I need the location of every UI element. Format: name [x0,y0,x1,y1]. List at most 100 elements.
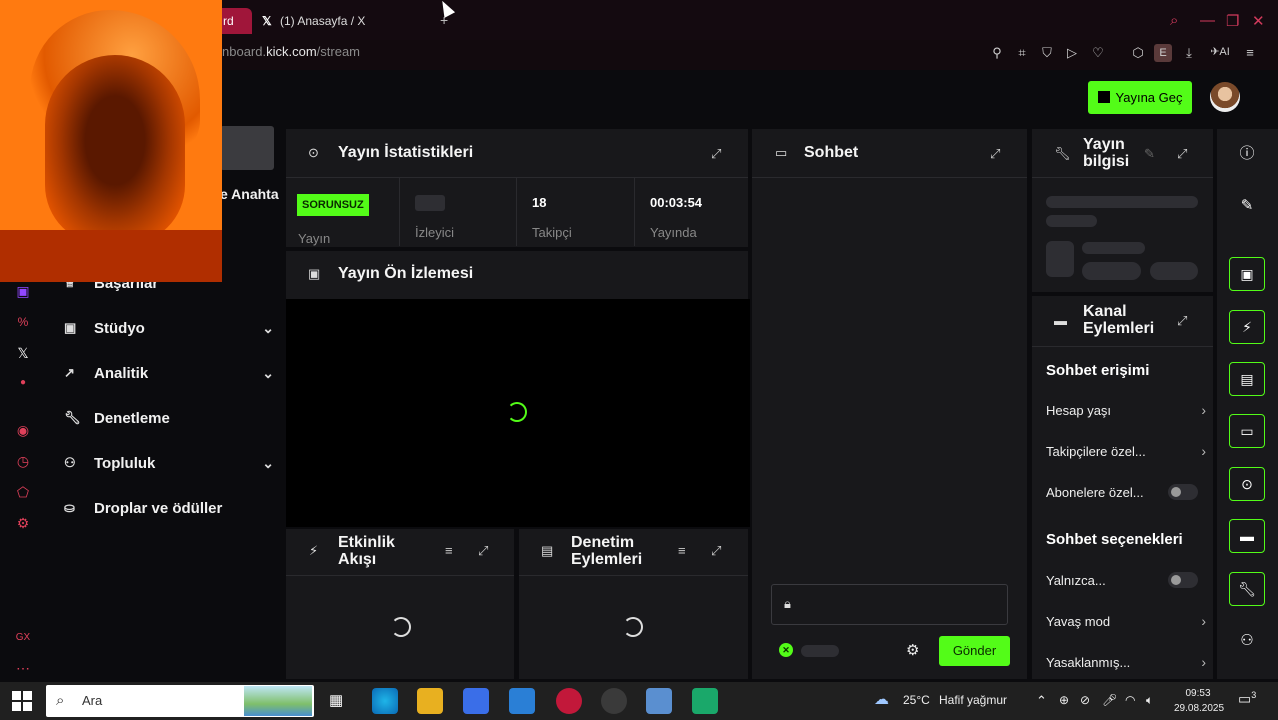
chat-icon: ▭ [775,145,788,160]
sidebar-item-moderation[interactable]: 🔧︎ Denetleme [64,402,274,434]
url-field[interactable]: nboard.kick.com/stream [222,44,360,59]
clock-icon[interactable]: ◷ [12,450,34,472]
tray-app-icon[interactable]: ⊕ [1059,693,1069,707]
clock-app-icon[interactable] [601,688,627,714]
chevron-up-icon[interactable]: ⌃ [1036,693,1047,709]
option-slow-mode[interactable]: Yavaş mod › [1046,611,1206,631]
play-icon[interactable]: ▷ [1063,45,1081,61]
shield-icon[interactable]: ⛉ [1038,45,1056,61]
community-icon[interactable]: ⚇ [1229,624,1265,658]
heart-icon[interactable]: ♡ [1089,45,1107,61]
game-app-icon[interactable] [692,688,718,714]
percent-icon[interactable]: % [12,311,34,333]
extensions-icon[interactable]: ⬡ [1129,45,1147,61]
file-explorer-icon[interactable] [417,688,443,714]
option-emotes-only[interactable]: Yalnızca... [1046,570,1198,590]
edit-icon[interactable]: ✎ [1144,146,1155,162]
x-logo-icon: 𝕏 [262,14,272,28]
filter-icon[interactable]: ≡ [678,543,686,558]
divider [1032,346,1213,347]
channel-icon[interactable]: ▬ [1229,519,1265,553]
panel-title: Yayın Ön İzlemesi [338,265,474,282]
sidebar-item-analytics[interactable]: ↗ Analitik ⌄ [64,357,274,389]
record-icon[interactable]: ◉ [12,419,34,441]
chat-icon[interactable]: ▭ [1229,414,1265,448]
status-badge: SORUNSUZ [297,194,369,216]
gear-icon[interactable]: ⚙ [906,641,919,659]
option-label: Hesap yaşı [1046,402,1112,418]
chevron-right-icon: › [1201,613,1206,629]
info-icon[interactable]: ⓘ [1229,137,1265,171]
minimize-icon[interactable]: — [1200,12,1215,29]
search-icon[interactable]: ⌕ [1170,12,1178,29]
chat-input[interactable] [771,584,1008,625]
tray-app-icon[interactable]: ⊘ [1080,693,1090,707]
list-icon[interactable]: ▤ [1229,362,1265,396]
x-logo-icon[interactable]: 𝕏 [12,342,34,364]
avatar[interactable] [1210,82,1240,112]
stats-icon[interactable]: ⊙ [1229,467,1265,501]
sidebar-item-studio[interactable]: ▣ Stüdyo ⌄ [64,312,274,344]
expand-icon[interactable]: ⤢ [711,543,721,559]
settings-icon[interactable]: ⚙ [12,512,34,534]
wifi-icon[interactable]: ◠ [1125,693,1135,707]
expand-icon[interactable]: ⤢ [478,543,488,559]
divider [399,178,400,246]
twitch-icon[interactable]: ▣ [12,280,34,302]
extension-e-icon[interactable]: E [1154,44,1172,62]
clock[interactable]: 09:53 29.08.2025 [1174,686,1224,716]
toggle-switch[interactable] [1168,572,1198,588]
crop-icon[interactable]: ⌗ [1013,45,1031,61]
sidebar-item-community[interactable]: ⚇ Topluluk ⌄ [64,447,274,479]
edit-icon[interactable]: ✎ [1229,189,1265,223]
option-banned-words[interactable]: Yasaklanmış... › [1046,652,1206,672]
download-icon[interactable]: ⤓ [1180,45,1198,61]
network-app-icon[interactable] [646,688,672,714]
puzzle-icon[interactable]: ⬠ [12,481,34,503]
sidebar-item-partial[interactable]: e Anahta [220,186,279,202]
option-subscribers-only[interactable]: Abonelere özel... [1046,482,1198,502]
notification-icon[interactable]: ▭3 [1238,690,1256,708]
weather-text[interactable]: Hafif yağmur [939,693,1007,707]
mail-icon[interactable] [509,688,535,714]
go-live-button[interactable]: Yayına Geç [1088,81,1192,114]
microphone-icon[interactable]: 🎤︎ [1102,693,1117,707]
sidebar-item-drops[interactable]: ⛀ Droplar ve ödüller [64,492,274,524]
windows-start-icon[interactable] [12,691,32,711]
wrench-icon[interactable]: 🔧︎ [1229,572,1265,606]
info-skeleton [1082,262,1141,280]
pin-icon[interactable]: ⚲ [988,45,1006,61]
edge-icon[interactable] [372,688,398,714]
expand-icon[interactable]: ⤢ [1177,146,1187,162]
ai-icon[interactable]: ✈AI [1206,45,1234,58]
section-heading: Sohbet erişimi [1046,362,1150,379]
expand-icon[interactable]: ⤢ [1177,313,1187,329]
close-icon[interactable]: ✕ [1252,12,1265,30]
info-skeleton [1046,196,1198,208]
app-icon[interactable]: ● [12,372,34,394]
preview-icon[interactable]: ▣ [1229,257,1265,291]
option-followers-only[interactable]: Takipçilere özel... › [1046,441,1206,461]
panel-title-line: Eylemleri [571,551,643,568]
go-live-label: Yayına Geç [1115,90,1183,105]
loading-spinner [623,617,643,637]
restore-icon[interactable]: ❐ [1226,12,1239,30]
store-icon[interactable] [463,688,489,714]
lightning-icon[interactable]: ⚡︎ [1229,310,1265,344]
opera-gx-icon[interactable] [556,688,582,714]
volume-icon[interactable]: 🔈︎ [1146,693,1153,708]
menu-icon[interactable]: ≡ [1241,45,1259,60]
send-button[interactable]: Gönder [939,636,1010,666]
gx-icon[interactable]: GX [12,627,34,649]
more-icon[interactable]: ⋯ [12,657,34,679]
option-account-age[interactable]: Hesap yaşı › [1046,400,1206,420]
task-view-icon[interactable]: ▦ [329,691,343,709]
stat-skeleton [415,195,445,211]
lightning-icon: ⚡︎ [309,543,319,558]
filter-icon[interactable]: ≡ [445,543,453,558]
expand-icon[interactable]: ⤢ [711,146,721,162]
expand-icon[interactable]: ⤢ [990,146,1000,162]
browser-tab-x[interactable]: 𝕏 (1) Anasayfa / X [262,8,432,34]
toggle-switch[interactable] [1168,484,1198,500]
emote-icon[interactable]: ✕ [779,643,793,657]
